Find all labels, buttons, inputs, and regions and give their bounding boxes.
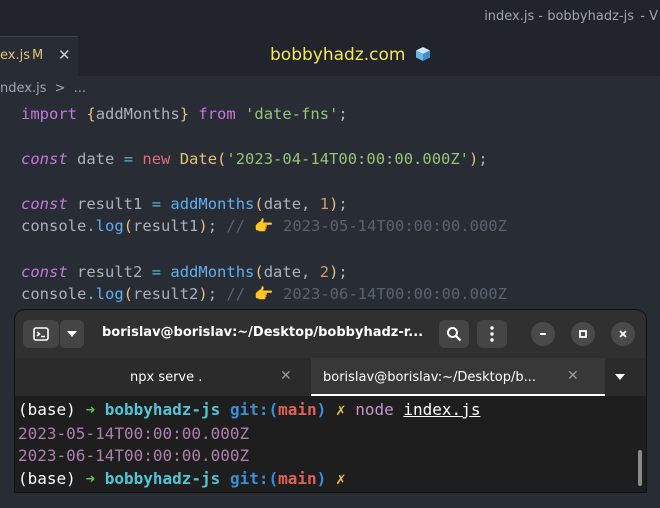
terminal-output-line-1: 2023-05-14T00:00:00.000Z (18, 424, 250, 443)
menu-button[interactable] (477, 320, 507, 348)
terminal-icon (33, 327, 49, 341)
terminal-header: borislav@borislav:~/Desktop/bobbyhadz-r.… (15, 310, 646, 358)
close-icon[interactable]: ✕ (58, 46, 71, 64)
terminal-title: borislav@borislav:~/Desktop/bobbyhadz-r.… (102, 325, 424, 340)
code-line-6: console.log(result2); // 👉 2023-06-14T00… (21, 285, 507, 303)
code-line-5: const result2 = addMonths(date, 2); (21, 263, 348, 281)
code-line-1: import {addMonths} from 'date-fns'; (21, 105, 348, 123)
terminal-tab-label: npx serve . (130, 370, 203, 385)
watermark: bobbyhadz.com (270, 45, 431, 65)
window-title-suffix: - V (640, 9, 658, 24)
terminal-output-line-2: 2023-06-14T00:00:00.000Z (18, 446, 250, 465)
editor-tab-index-js[interactable]: ex.js M ✕ (0, 36, 78, 76)
search-button[interactable] (439, 320, 469, 348)
minimize-icon (540, 333, 546, 335)
maximize-button[interactable] (571, 322, 595, 346)
tab-filename: ex.js (0, 48, 30, 63)
code-line-4: console.log(result1); // 👉 2023-05-14T00… (21, 217, 507, 235)
window-title: index.js - bobbyhadz-js (484, 9, 634, 24)
terminal-tab-label: borislav@borislav:~/Desktop/b... (323, 370, 536, 385)
breadcrumb-rest[interactable]: ... (74, 81, 86, 96)
window-titlebar: index.js - bobbyhadz-js - V (0, 0, 660, 36)
cube-icon (415, 47, 430, 61)
terminal-tab-active[interactable]: borislav@borislav:~/Desktop/b... ✕ (311, 358, 605, 396)
maximize-icon (579, 330, 587, 338)
close-window-button[interactable] (611, 322, 635, 346)
terminal-scrollbar[interactable] (638, 450, 642, 486)
breadcrumb-file[interactable]: ndex.js (0, 81, 46, 96)
chevron-right-icon: > (54, 81, 66, 96)
terminal-line-command: (base) ➜ bobbyhadz-js git:(main) ✗ node … (18, 400, 481, 419)
code-line-3: const result1 = addMonths(date, 1); (21, 195, 348, 213)
tab-menu-button[interactable] (59, 320, 84, 348)
close-icon[interactable]: ✕ (567, 368, 579, 384)
tab-modified-badge: M (32, 48, 44, 63)
kebab-menu-icon (490, 326, 494, 342)
chevron-down-icon (67, 331, 77, 337)
watermark-text: bobbyhadz.com (270, 45, 406, 65)
terminal-tab-bar: npx serve . ✕ borislav@borislav:~/Deskto… (15, 358, 646, 396)
terminal-tab-npx-serve[interactable]: npx serve . ✕ (15, 358, 311, 396)
minimize-button[interactable] (531, 322, 555, 346)
new-tab-button[interactable] (23, 320, 59, 348)
terminal-window: borislav@borislav:~/Desktop/bobbyhadz-r.… (15, 310, 646, 492)
search-icon (447, 327, 462, 342)
close-icon[interactable]: ✕ (280, 368, 292, 384)
breadcrumb: ndex.js > ... (0, 81, 86, 96)
code-line-2: const date = new Date('2023-04-14T00:00:… (21, 150, 488, 168)
terminal-line-prompt: (base) ➜ bobbyhadz-js git:(main) ✗ (18, 469, 346, 488)
tabs-overflow-icon[interactable] (615, 370, 625, 383)
close-icon (619, 330, 627, 338)
